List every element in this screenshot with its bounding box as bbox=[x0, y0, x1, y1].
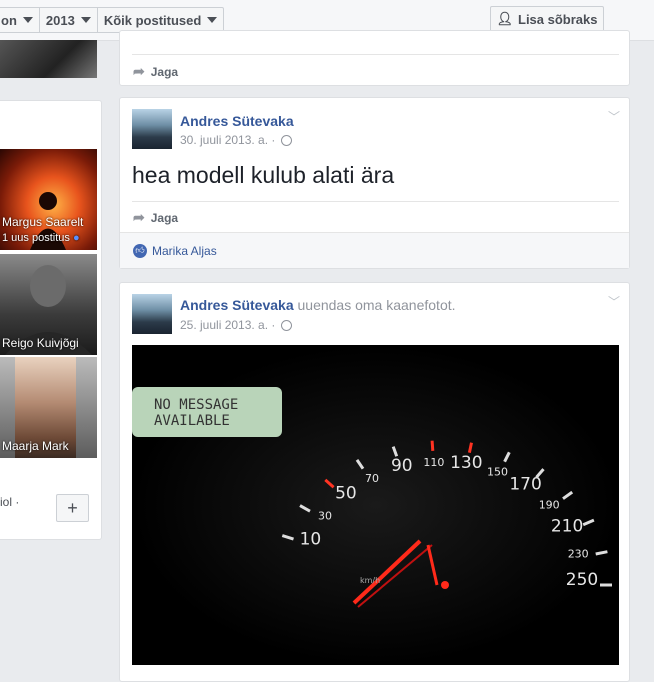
post-action-text: uuendas oma kaanefotot. bbox=[297, 297, 456, 313]
share-label: Jaga bbox=[150, 210, 179, 225]
divider bbox=[132, 201, 619, 202]
post-card: Andres Sütevaka uuendas oma kaanefotot. … bbox=[119, 282, 630, 682]
likes-bar: 👍︎ Marika Aljas bbox=[120, 232, 629, 268]
photo-thumbnail[interactable] bbox=[0, 40, 97, 78]
speed-label: 130 bbox=[450, 453, 482, 473]
post-meta: 30. juuli 2013. a. · bbox=[180, 133, 293, 147]
add-friend-label: Lisa sõbraks bbox=[518, 11, 598, 27]
like-icon: 👍︎ bbox=[133, 243, 147, 258]
new-post-dot-icon: ● bbox=[72, 232, 80, 244]
add-button-label: + bbox=[67, 497, 78, 518]
lcd-line-1: NO MESSAGE bbox=[154, 397, 238, 413]
friend-name: Maarja Mark bbox=[2, 439, 69, 453]
previous-post-card: ➦ Jaga bbox=[119, 30, 630, 86]
speed-label: 70 bbox=[365, 472, 379, 485]
posts-filter-select[interactable]: Kõik postitused bbox=[98, 8, 224, 32]
share-button[interactable]: ➦ Jaga bbox=[133, 63, 178, 80]
speed-label: 110 bbox=[423, 456, 444, 469]
lcd-line-2: AVAILABLE bbox=[154, 413, 230, 429]
post-date[interactable]: 30. juuli 2013. a. · bbox=[180, 133, 275, 147]
post-header: Andres Sütevaka uuendas oma kaanefotot. bbox=[180, 297, 456, 313]
lcd-display: NO MESSAGE AVAILABLE bbox=[132, 387, 282, 437]
post-options-chevron-icon[interactable]: ﹀ bbox=[608, 108, 620, 125]
speed-label: 230 bbox=[568, 548, 589, 561]
year-select-value: 2013 bbox=[45, 12, 75, 28]
speed-label: 210 bbox=[551, 517, 583, 537]
speedometer-image: NO MESSAGE AVAILABLE 10 3050 70 90 110 130 150… bbox=[132, 345, 619, 665]
post-date[interactable]: 25. juuli 2013. a. · bbox=[180, 318, 275, 332]
add-button[interactable]: + bbox=[56, 494, 89, 522]
post-text: hea modell kulub alati ära bbox=[132, 162, 395, 188]
friend-tile[interactable]: Maarja Mark bbox=[0, 357, 97, 458]
speed-tick bbox=[467, 442, 473, 454]
share-icon: ➦ bbox=[133, 63, 145, 79]
speed-label: 50 bbox=[335, 483, 357, 503]
speed-tick bbox=[430, 440, 435, 452]
cover-photo[interactable]: NO MESSAGE AVAILABLE 10 30 50 70 90 110 130 150… bbox=[132, 345, 619, 665]
chevron-down-icon bbox=[207, 17, 218, 23]
month-select[interactable]: on bbox=[0, 8, 40, 32]
year-select[interactable]: 2013 bbox=[40, 8, 98, 32]
globe-icon bbox=[281, 319, 293, 331]
friend-name: Margus Saarelt bbox=[2, 215, 84, 229]
speed-label: 30 bbox=[318, 510, 332, 523]
add-friend-icon: 👤︎ bbox=[496, 11, 513, 26]
speed-label: 190 bbox=[539, 499, 560, 512]
chevron-down-icon bbox=[80, 17, 91, 23]
liker-name-link[interactable]: Marika Aljas bbox=[152, 244, 217, 258]
speed-label: 90 bbox=[391, 456, 413, 476]
friend-name: Reigo Kuivjõgi bbox=[2, 336, 79, 350]
left-footer-text: iol · bbox=[0, 495, 20, 509]
author-avatar[interactable] bbox=[132, 294, 172, 334]
author-avatar[interactable] bbox=[132, 109, 172, 149]
friend-status-text: 1 uus postitus bbox=[2, 232, 70, 244]
month-select-value: on bbox=[1, 12, 17, 28]
post-options-chevron-icon[interactable]: ﹀ bbox=[608, 293, 620, 310]
share-label: Jaga bbox=[150, 64, 179, 79]
globe-icon bbox=[281, 134, 293, 146]
speed-label: 10 bbox=[300, 529, 322, 549]
posts-filter-value: Kõik postitused bbox=[103, 12, 202, 28]
speed-unit: km/h bbox=[360, 576, 380, 585]
share-icon: ➦ bbox=[133, 209, 145, 225]
add-friend-button[interactable]: 👤︎ Lisa sõbraks bbox=[490, 6, 604, 32]
friend-tile[interactable]: Reigo Kuivjõgi bbox=[0, 254, 97, 355]
share-button[interactable]: ➦ Jaga bbox=[133, 209, 178, 226]
author-name-link[interactable]: Andres Sütevaka bbox=[180, 113, 294, 129]
post-card: Andres Sütevaka 30. juuli 2013. a. · ﹀ h… bbox=[119, 97, 630, 269]
author-name-link[interactable]: Andres Sütevaka bbox=[180, 297, 294, 313]
post-meta: 25. juuli 2013. a. · bbox=[180, 318, 293, 332]
divider bbox=[132, 54, 619, 55]
friend-tile[interactable]: Margus Saarelt 1 uus postitus ● bbox=[0, 149, 97, 250]
friend-status: 1 uus postitus ● bbox=[2, 232, 80, 244]
chevron-down-icon bbox=[22, 17, 33, 23]
speed-label: 150 bbox=[487, 466, 508, 479]
speed-label: 250 bbox=[566, 570, 598, 590]
